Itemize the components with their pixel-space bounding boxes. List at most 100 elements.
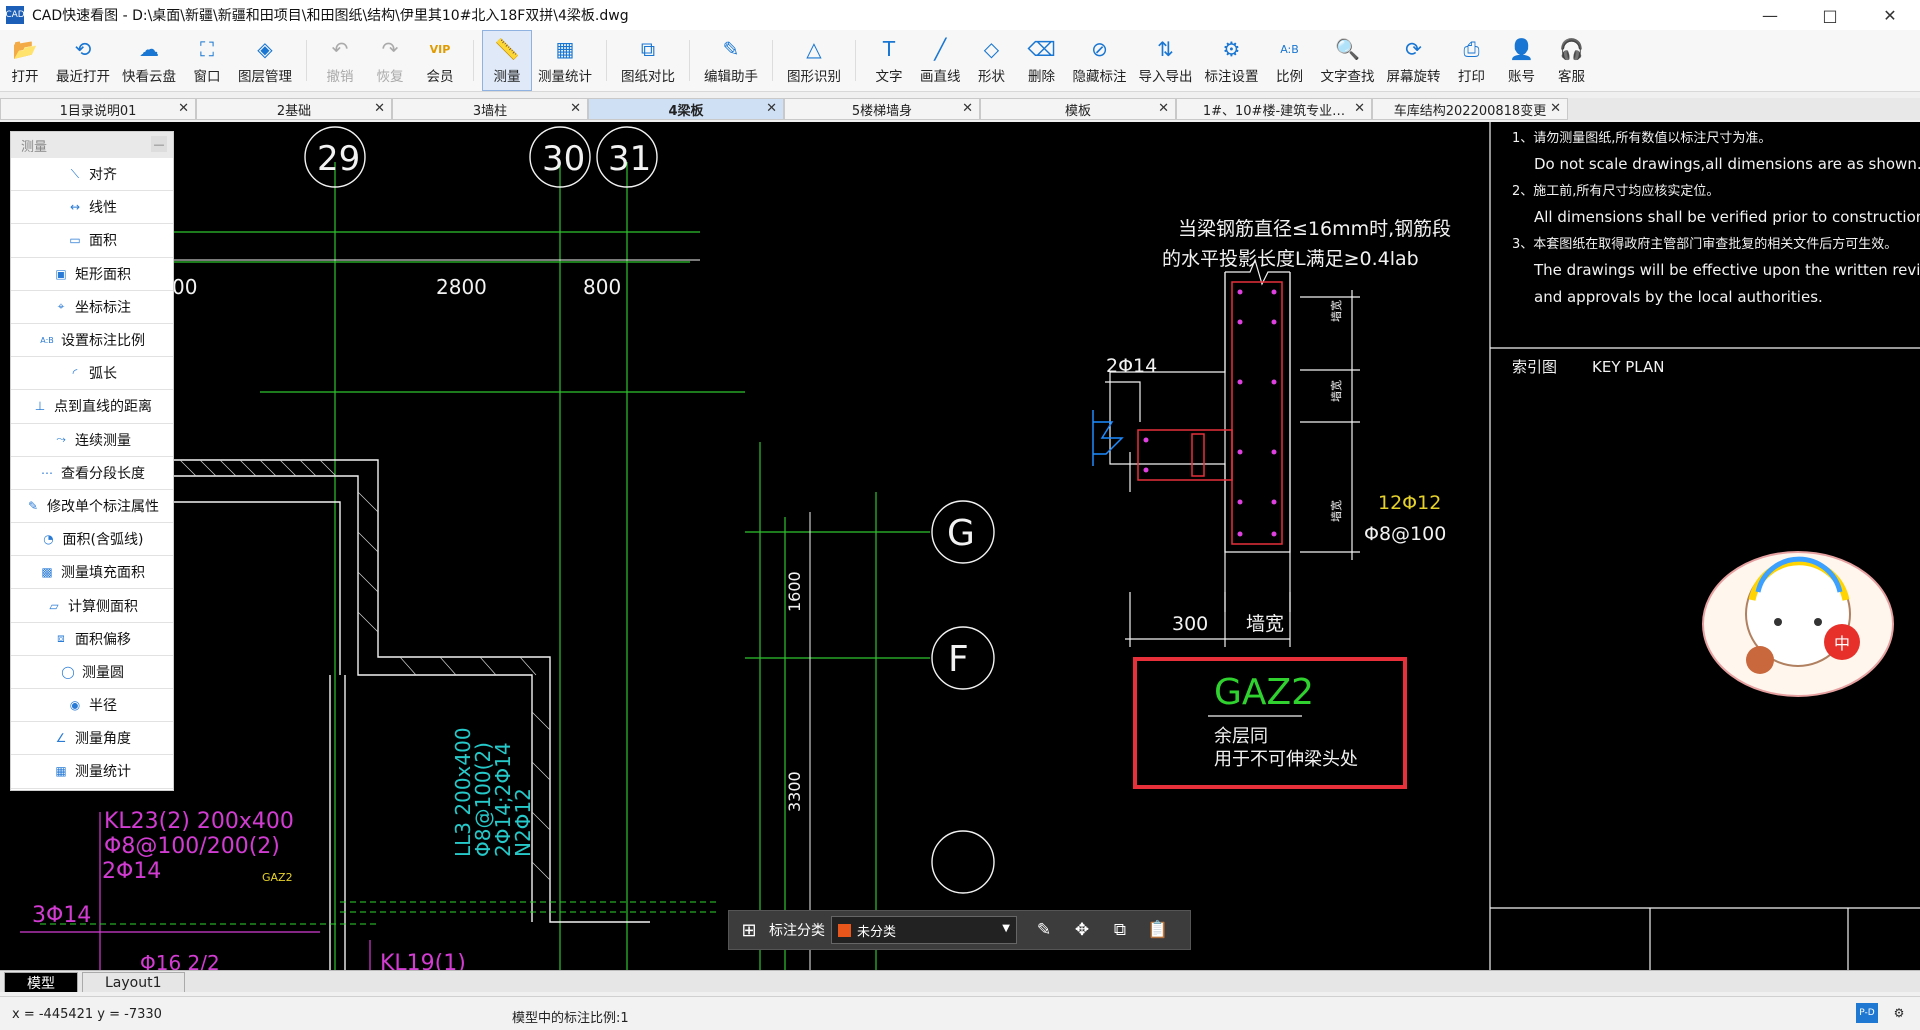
measure-tool-label: 半径 [89,698,117,715]
measure-tool-set-scale[interactable]: A:B 设置标注比例 [11,324,173,358]
eraser-icon: ⌫ [1027,37,1056,61]
close-icon[interactable]: ✕ [766,101,777,116]
toolbar-button-line[interactable]: ╱ 画直线 [914,30,967,91]
measure-tool-fill-area[interactable]: ▩ 测量填充面积 [11,556,173,590]
status-settings-icon[interactable]: ⚙ [1888,1003,1910,1023]
close-icon[interactable]: ✕ [962,101,973,116]
toolbar-separator [772,40,773,81]
toolbar-button-layers[interactable]: ◈ 图层管理 [232,30,298,91]
maximize-button[interactable]: □ [1800,0,1860,30]
document-tab[interactable]: 5楼梯墙身 ✕ [784,98,980,120]
main-toolbar: 📂 打开 ⟲ 最近打开 ☁ 快看云盘 ⛶ 窗口 ◈ 图层管理 ↶ 撤销 ↷ 恢复 VIP 会员 📏 测量 ▦ 测量统计… [0,30,1920,92]
measure-tool-point-line-distance[interactable]: ⊥ 点到直线的距离 [11,390,173,424]
measure-tool-area[interactable]: ▭ 面积 [11,224,173,258]
measure-tool-linear-measure[interactable]: ↔ 线性 [11,191,173,225]
status-mode-icon[interactable]: P-D [1856,1003,1878,1023]
measure-tool-coordinate[interactable]: ⌖ 坐标标注 [11,291,173,324]
toolbar-button-print[interactable]: ⎙ 打印 [1447,30,1497,91]
close-icon[interactable]: ✕ [1550,101,1561,116]
toolbar-button-edit-assistant[interactable]: ✎ 编辑助手 [698,30,764,91]
toolbar-button-shape-recognize[interactable]: △ 图形识别 [781,30,847,91]
toolbar-button-cloud[interactable]: ☁ 快看云盘 [116,30,182,91]
set-scale-icon: A:B [40,335,54,345]
rotate-screen-icon: ⟳ [1405,37,1422,61]
toolbar-button-measure-stats[interactable]: ▦ 测量统计 [532,30,598,91]
measure-tool-arc-length[interactable]: ◜ 弧长 [11,357,173,391]
toolbar-label: 隐藏标注 [1072,69,1127,85]
hide-annotation-icon: ⊘ [1091,37,1108,61]
toolbar-button-vip[interactable]: VIP 会员 [415,30,465,91]
radius-icon: ◉ [69,698,81,713]
tab-layout1[interactable]: Layout1 [82,972,185,992]
document-tab[interactable]: 1目录说明01 ✕ [0,98,196,120]
document-tab[interactable]: 4梁板 ✕ [588,98,784,120]
circle-measure-icon: ◯ [61,664,75,679]
note-1: 1、请勿测量图纸,所有数值以标注尺寸为准。 [1512,130,1771,146]
toolbar-button-text[interactable]: T 文字 [864,30,914,91]
measure-tool-circle-measure[interactable]: ◯ 测量圆 [11,656,173,689]
document-tab[interactable]: 车库结构202200818变更 ✕ [1372,98,1568,120]
measure-tool-edit-annotation[interactable]: ✎ 修改单个标注属性 [11,490,173,524]
document-tab[interactable]: 模板 ✕ [980,98,1176,120]
drawing-canvas[interactable]: 2800 800 00 1600 3300 29 30 31 G F 当梁钢筋直… [0,122,1920,970]
measure-tool-align-measure[interactable]: ⟍ 对齐 [11,158,173,192]
toolbar-button-eraser[interactable]: ⌫ 删除 [1017,30,1067,91]
toolbar-button-window[interactable]: ⛶ 窗口 [182,30,232,91]
toolbar-button-redo[interactable]: ↷ 恢复 [365,30,415,91]
chevron-down-icon: ▼ [1002,923,1010,934]
toolbar-button-history[interactable]: ⟲ 最近打开 [50,30,116,91]
panel-minimize-button[interactable]: — [151,136,167,152]
close-button[interactable]: ✕ [1860,0,1920,30]
measure-tool-segment-length[interactable]: ⋯ 查看分段长度 [11,457,173,490]
document-tab[interactable]: 2基础 ✕ [196,98,392,120]
stats-icon: ▦ [55,764,67,779]
gaz2-line-1: 余层同 [1214,726,1268,747]
toolbar-label: 撤销 [326,69,354,85]
toolbar-button-scale[interactable]: A:B 比例 [1265,30,1315,91]
measure-tool-arc-area[interactable]: ◔ 面积(含弧线) [11,523,173,557]
measure-tool-continuous-measure[interactable]: ⤳ 连续测量 [11,424,173,457]
toolbar-button-undo[interactable]: ↶ 撤销 [315,30,365,91]
toolbar-button-hide-annotation[interactable]: ⊘ 隐藏标注 [1067,30,1133,91]
close-icon[interactable]: ✕ [1354,101,1365,116]
toolbar-button-compare[interactable]: ⧉ 图纸对比 [615,30,681,91]
document-tab[interactable]: 1#、10#楼-建筑专业… ✕ [1176,98,1372,120]
copy-icon[interactable]: ⧉ [1101,920,1139,940]
toolbar-button-text-search[interactable]: 🔍 文字查找 [1315,30,1381,91]
paste-icon[interactable]: 📋 [1139,920,1177,940]
dim-1600: 1600 [785,571,804,612]
toolbar-label: 打开 [11,69,39,85]
measure-tool-angle[interactable]: ∠ 测量角度 [11,722,173,756]
document-tab-label: 2基础 [276,103,312,119]
note-2-en: All dimensions shall be verified prior t… [1534,208,1920,226]
toolbar-button-shape[interactable]: ◇ 形状 [967,30,1017,91]
close-icon[interactable]: ✕ [178,101,189,116]
edit-icon[interactable]: ✎ [1025,920,1063,940]
close-icon[interactable]: ✕ [570,101,581,116]
measure-tool-area-offset[interactable]: ⧈ 面积偏移 [11,623,173,656]
measure-tool-radius[interactable]: ◉ 半径 [11,689,173,723]
measure-tool-stats[interactable]: ▦ 测量统计 [11,755,173,789]
tab-model[interactable]: 模型 [4,972,78,992]
note-3: 3、本套图纸在取得政府主管部门审查批复的相关文件后方可生效。 [1512,236,1897,252]
toolbar-button-headset[interactable]: 🎧 客服 [1547,30,1597,91]
toolbar-button-folder-open[interactable]: 📂 打开 [0,30,50,91]
toolbar-button-annotation-settings[interactable]: ⚙ 标注设置 [1199,30,1265,91]
move-icon[interactable]: ✥ [1063,920,1101,940]
close-icon[interactable]: ✕ [1158,101,1169,116]
toolbar-label: 测量 [493,69,521,85]
annotation-category-select[interactable]: 未分类 ▼ [831,916,1017,944]
key-plan-en: KEY PLAN [1592,358,1664,376]
toolbar-button-import-export[interactable]: ⇅ 导入导出 [1133,30,1199,91]
measure-tool-side-area[interactable]: ▱ 计算侧面积 [11,589,173,623]
grid-icon[interactable]: ⊞ [729,920,769,941]
document-tab[interactable]: 3墙柱 ✕ [392,98,588,120]
toolbar-button-ruler[interactable]: 📏 测量 [482,30,532,91]
toolbar-button-account[interactable]: 👤 账号 [1497,30,1547,91]
toolbar-button-rotate-screen[interactable]: ⟳ 屏幕旋转 [1381,30,1447,91]
close-icon[interactable]: ✕ [374,101,385,116]
minimize-button[interactable]: — [1740,0,1800,30]
toolbar-separator [689,40,690,81]
measure-tool-rect-area[interactable]: ▣ 矩形面积 [11,258,173,291]
toolbar-label: 标注设置 [1204,69,1259,85]
